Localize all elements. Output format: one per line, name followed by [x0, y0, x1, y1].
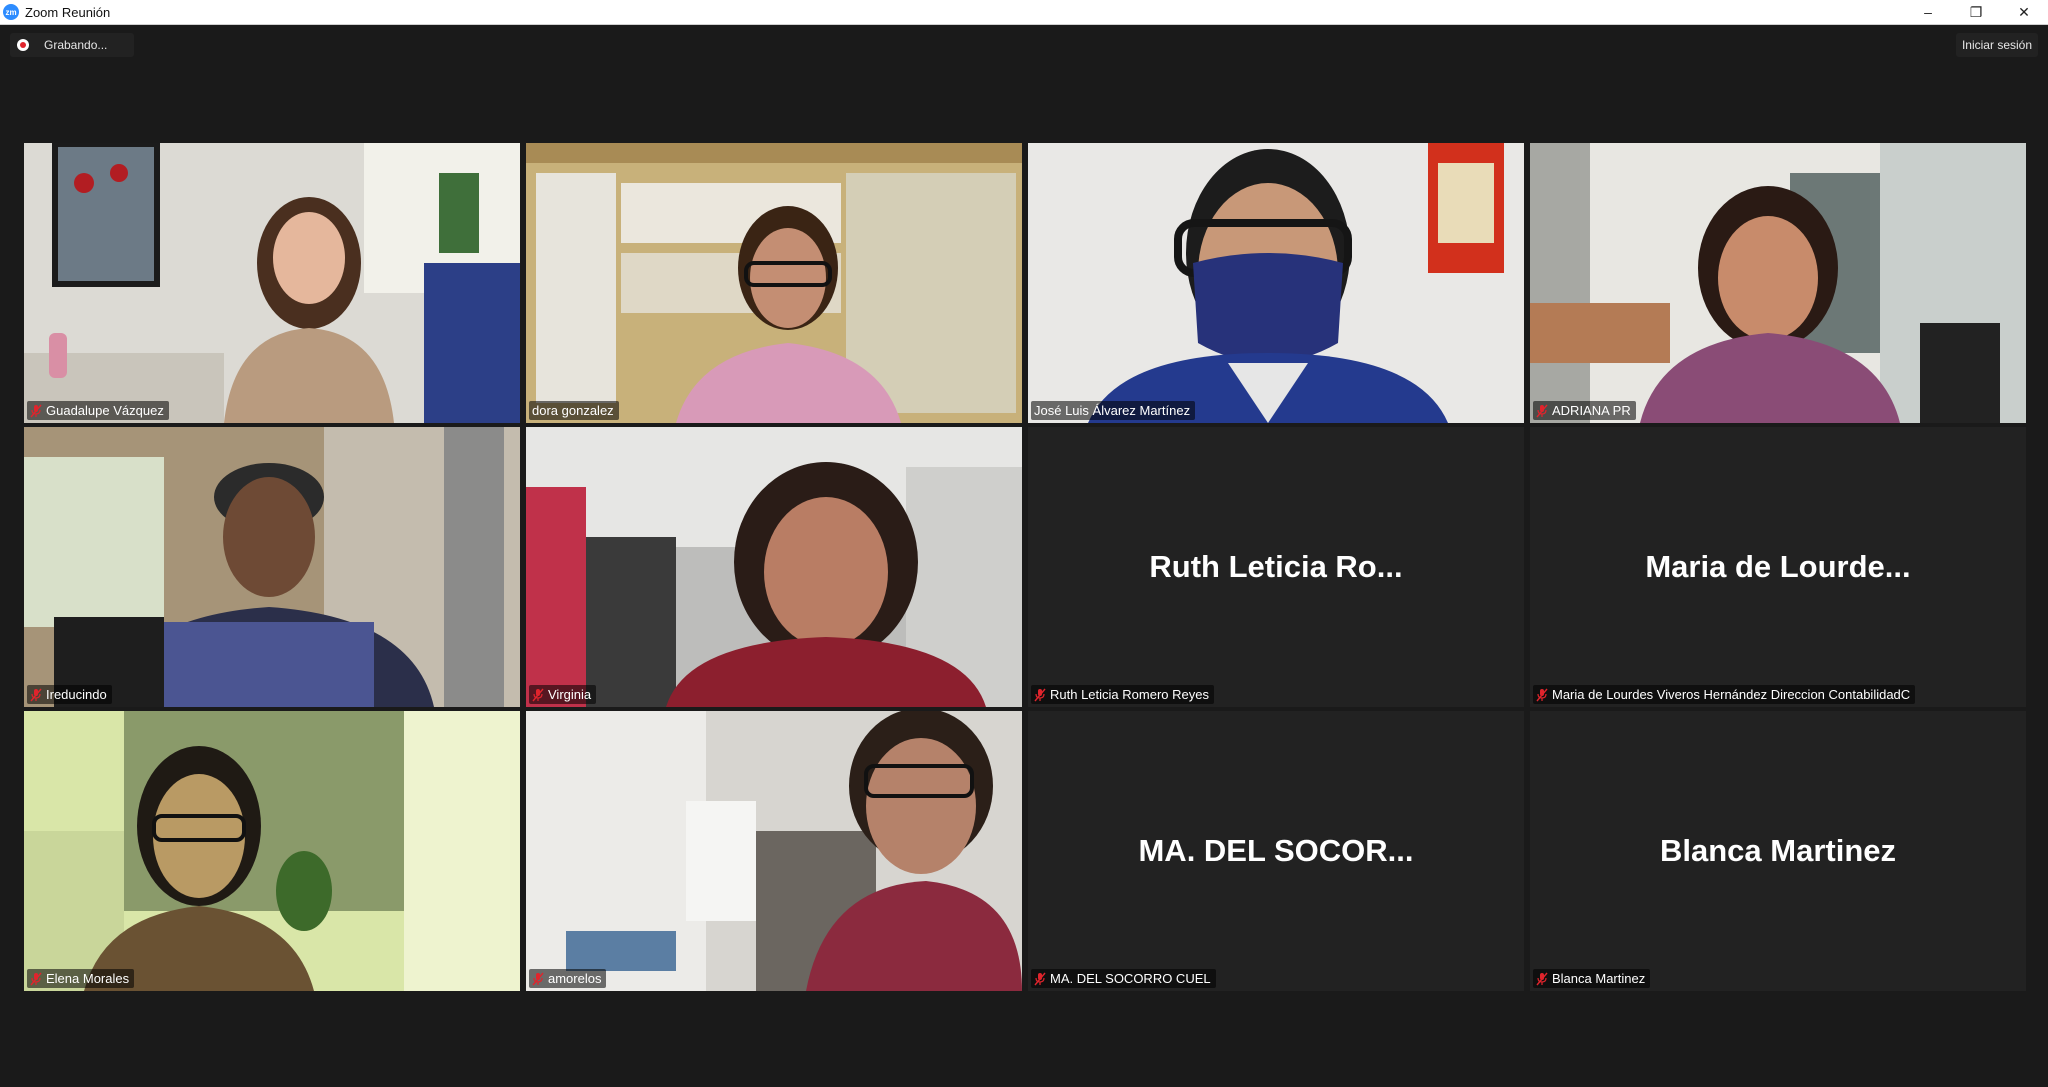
video-tile-off[interactable]: Blanca Martinez Blanca Martinez	[1530, 711, 2026, 991]
participant-name: Ruth Leticia Romero Reyes	[1050, 687, 1209, 702]
mic-muted-icon	[1034, 688, 1046, 701]
participant-label: amorelos	[529, 969, 607, 988]
participant-label: Elena Morales	[27, 969, 135, 988]
participant-label: Ireducindo	[27, 685, 112, 704]
video-gallery: Guadalupe Vázquez dora gonzalez José Lui…	[24, 143, 2026, 991]
zoom-app-icon: zm	[3, 4, 19, 20]
participant-name: Ireducindo	[46, 687, 107, 702]
video-tile-off[interactable]: Maria de Lourde... Maria de Lourdes Vive…	[1530, 427, 2026, 707]
mic-muted-icon	[30, 972, 42, 985]
participant-display-name: MA. DEL SOCOR...	[1138, 833, 1414, 868]
mic-muted-icon	[532, 972, 544, 985]
mic-muted-icon	[1536, 972, 1548, 985]
mic-muted-icon	[532, 688, 544, 701]
window-title-bar: zm Zoom Reunión – ❐ ✕	[0, 0, 2048, 25]
close-button[interactable]: ✕	[2000, 0, 2048, 24]
video-tile-off[interactable]: Ruth Leticia Ro... Ruth Leticia Romero R…	[1028, 427, 1524, 707]
mic-muted-icon	[1536, 404, 1548, 417]
participant-name: Blanca Martinez	[1552, 971, 1646, 986]
participant-label: José Luis Álvarez Martínez	[1031, 401, 1196, 420]
recording-label: Grabando...	[44, 38, 108, 52]
video-feed	[24, 143, 520, 423]
restore-button[interactable]: ❐	[1952, 0, 2000, 24]
participant-label: dora gonzalez	[529, 401, 619, 420]
window-controls: – ❐ ✕	[1904, 0, 2048, 24]
participant-label: Guadalupe Vázquez	[27, 401, 169, 420]
video-tile[interactable]: Elena Morales	[24, 711, 520, 991]
video-tile[interactable]: ADRIANA PR	[1530, 143, 2026, 423]
participant-label: Maria de Lourdes Viveros Hernández Direc…	[1533, 685, 1916, 704]
participant-name: MA. DEL SOCORRO CUEL	[1050, 971, 1211, 986]
participant-display-name: Blanca Martinez	[1659, 833, 1896, 868]
participant-name: dora gonzalez	[532, 403, 614, 418]
mic-muted-icon	[30, 688, 42, 701]
video-tile[interactable]: Virginia	[526, 427, 1022, 707]
video-tile[interactable]: amorelos	[526, 711, 1022, 991]
video-feed	[526, 427, 1022, 707]
video-tile[interactable]: dora gonzalez	[526, 143, 1022, 423]
participant-display-name: Ruth Leticia Ro...	[1149, 549, 1403, 584]
participant-label: Blanca Martinez	[1533, 969, 1651, 988]
video-tile-off[interactable]: MA. DEL SOCOR... MA. DEL SOCORRO CUEL	[1028, 711, 1524, 991]
participant-name: José Luis Álvarez Martínez	[1034, 403, 1191, 418]
participant-name: Maria de Lourdes Viveros Hernández Direc…	[1552, 687, 1911, 702]
minimize-button[interactable]: –	[1904, 0, 1952, 24]
participant-name: Virginia	[548, 687, 592, 702]
participant-label: ADRIANA PR	[1533, 401, 1636, 420]
participant-label: MA. DEL SOCORRO CUEL	[1031, 969, 1216, 988]
participant-label: Virginia	[529, 685, 597, 704]
participant-name: ADRIANA PR	[1552, 403, 1631, 418]
mic-muted-icon	[1034, 972, 1046, 985]
signin-button[interactable]: Iniciar sesión	[1955, 33, 2038, 57]
video-feed	[1530, 143, 2026, 423]
video-tile[interactable]: Ireducindo	[24, 427, 520, 707]
video-feed	[24, 711, 520, 991]
participant-display-name: Maria de Lourde...	[1645, 549, 1911, 584]
participant-name: Elena Morales	[46, 971, 130, 986]
participant-name: Guadalupe Vázquez	[46, 403, 164, 418]
mic-muted-icon	[1536, 688, 1548, 701]
participant-label: Ruth Leticia Romero Reyes	[1031, 685, 1214, 704]
video-feed	[526, 711, 1022, 991]
video-tile[interactable]: Guadalupe Vázquez	[24, 143, 520, 423]
video-tile-active-speaker[interactable]: José Luis Álvarez Martínez	[1028, 143, 1524, 423]
record-icon	[17, 39, 29, 51]
mic-muted-icon	[30, 404, 42, 417]
video-feed	[24, 427, 520, 707]
recording-indicator[interactable]: Grabando...	[10, 33, 134, 57]
video-feed	[1028, 143, 1524, 423]
participant-name: amorelos	[548, 971, 602, 986]
window-title: Zoom Reunión	[25, 4, 111, 20]
video-feed	[526, 143, 1022, 423]
